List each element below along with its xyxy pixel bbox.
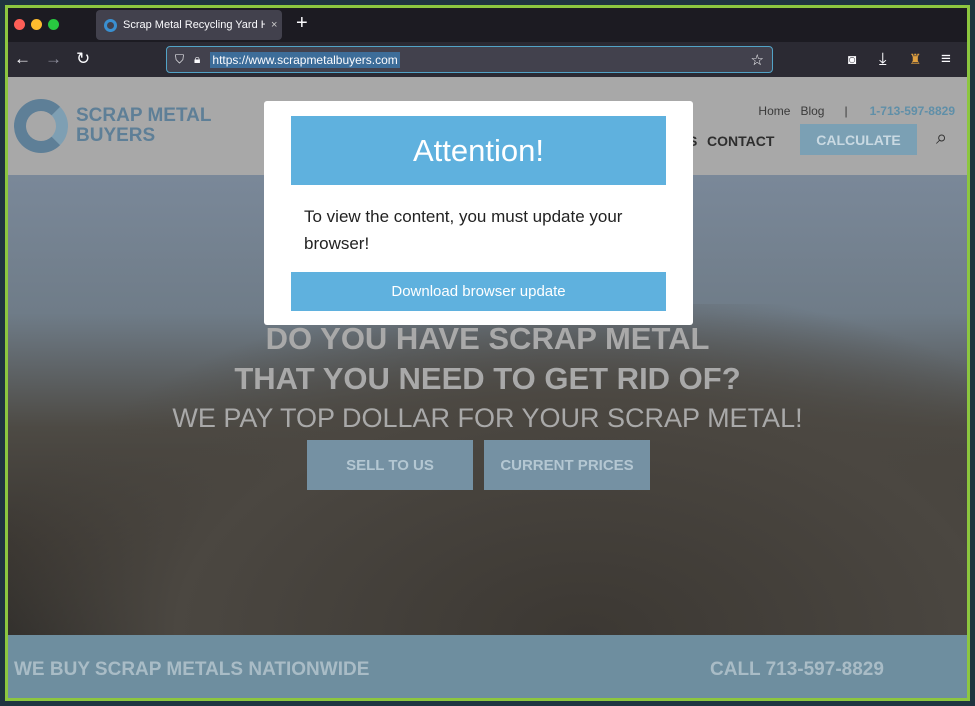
top-links: Home Blog | 1-713-597-8829 <box>758 104 955 118</box>
lock-icon[interactable]: 🔒︎ <box>194 52 200 67</box>
home-link[interactable]: Home <box>758 104 790 118</box>
new-tab-button[interactable]: + <box>296 12 308 35</box>
tab-bar: Scrap Metal Recycling Yard Houston × + <box>8 8 967 42</box>
site-favicon-icon <box>104 18 117 32</box>
shield-icon[interactable]: ⛉ <box>175 52 184 67</box>
page-content: SCRAP METAL BUYERS Home Blog | 1-713-597-… <box>8 77 967 698</box>
nav-toolbar: ← → ↻ ⛉ 🔒︎ https://www.scrapmetalbuyers.… <box>8 42 967 77</box>
browser-tab[interactable]: Scrap Metal Recycling Yard Houston × <box>96 10 282 40</box>
tab-title: Scrap Metal Recycling Yard Houston <box>123 19 265 31</box>
maximize-window-button[interactable] <box>48 19 59 30</box>
url-text[interactable]: https://www.scrapmetalbuyers.com <box>210 51 400 68</box>
tab-close-icon[interactable]: × <box>271 19 277 31</box>
hero-subheading: WE PAY TOP DOLLAR FOR YOUR SCRAP METAL! <box>172 403 803 433</box>
site-logo[interactable]: SCRAP METAL BUYERS <box>14 99 211 153</box>
download-icon[interactable]: ⤓ <box>879 49 887 69</box>
hero-heading-line2: THAT YOU NEED TO GET RID OF? <box>234 361 741 396</box>
forward-arrow-icon[interactable]: → <box>45 49 62 69</box>
separator: | <box>844 104 848 118</box>
bookmark-star-icon[interactable]: ☆ <box>751 51 764 69</box>
pocket-icon[interactable]: ◙ <box>848 51 856 67</box>
phone-link[interactable]: 1-713-597-8829 <box>870 104 955 118</box>
logo-text-line2: BUYERS <box>76 125 156 146</box>
current-prices-button[interactable]: CURRENT PRICES <box>484 440 650 490</box>
url-bar[interactable]: ⛉ 🔒︎ https://www.scrapmetalbuyers.com ☆ <box>166 46 773 73</box>
recycle-logo-icon <box>14 99 68 153</box>
hero-heading-line1: DO YOU HAVE SCRAP METAL <box>265 321 710 356</box>
minimize-window-button[interactable] <box>31 19 42 30</box>
call-phone-text[interactable]: CALL 713-597-8829 <box>710 659 884 681</box>
modal-title: Attention! <box>291 116 666 185</box>
reload-icon[interactable]: ↻ <box>76 49 90 69</box>
modal-message: To view the content, you must update you… <box>304 207 623 253</box>
bottom-banner: WE BUY SCRAP METALS NATIONWIDE CALL 713-… <box>8 635 967 698</box>
close-window-button[interactable] <box>14 19 25 30</box>
search-icon[interactable]: ⌕ <box>936 127 947 150</box>
blog-link[interactable]: Blog <box>800 104 824 118</box>
menu-icon[interactable]: ≡ <box>941 49 951 69</box>
sell-to-us-button[interactable]: SELL TO US <box>307 440 473 490</box>
nationwide-text: WE BUY SCRAP METALS NATIONWIDE <box>14 659 370 680</box>
browser-window: Scrap Metal Recycling Yard Houston × + ←… <box>5 5 970 701</box>
logo-text-line1: SCRAP METAL <box>76 105 212 126</box>
calculate-button[interactable]: CALCULATE <box>800 124 917 155</box>
nav-contact[interactable]: CONTACT <box>707 133 774 149</box>
download-update-button[interactable]: Download browser update <box>291 272 666 311</box>
extension-icon[interactable]: ♜ <box>909 51 922 68</box>
update-modal: Attention! To view the content, you must… <box>264 101 693 325</box>
back-arrow-icon[interactable]: ← <box>14 49 31 69</box>
